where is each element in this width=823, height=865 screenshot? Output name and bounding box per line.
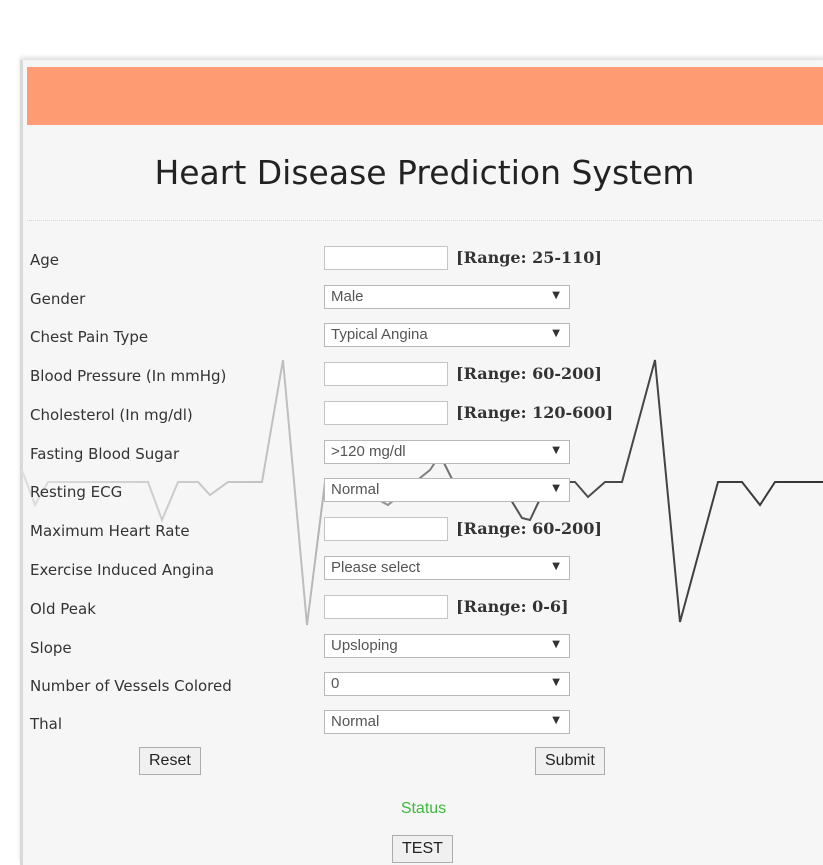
thal-selected-value: Normal: [331, 713, 380, 730]
chevron-down-icon: ▼: [552, 445, 560, 456]
vessels-selected-value: 0: [331, 675, 340, 692]
chest-pain-label: Chest Pain Type: [30, 328, 149, 346]
max-heart-rate-input[interactable]: [324, 517, 448, 541]
age-input[interactable]: [324, 246, 448, 270]
exercise-angina-selected-value: Please select: [331, 559, 421, 576]
old-peak-input[interactable]: [324, 595, 448, 619]
fasting-sugar-label: Fasting Blood Sugar: [30, 445, 180, 463]
blood-pressure-input[interactable]: [324, 362, 448, 386]
chevron-down-icon: ▼: [552, 561, 560, 572]
max-heart-rate-label: Maximum Heart Rate: [30, 522, 190, 540]
vessels-select[interactable]: 0 ▼: [324, 672, 570, 696]
chevron-down-icon: ▼: [552, 639, 560, 650]
max-heart-rate-range-hint: [Range: 60-200]: [456, 519, 602, 538]
page-title: Heart Disease Prediction System: [154, 153, 695, 192]
fasting-sugar-select[interactable]: >120 mg/dl ▼: [324, 440, 570, 464]
chevron-down-icon: ▼: [552, 677, 560, 688]
resting-ecg-select[interactable]: Normal ▼: [324, 478, 570, 502]
header-bar: [27, 67, 823, 125]
test-button[interactable]: TEST: [392, 835, 453, 863]
chevron-down-icon: ▼: [552, 483, 560, 494]
vessels-label: Number of Vessels Colored: [30, 677, 232, 695]
gender-selected-value: Male: [331, 288, 364, 305]
slope-label: Slope: [30, 639, 72, 657]
cholesterol-range-hint: [Range: 120-600]: [456, 403, 614, 422]
slope-selected-value: Upsloping: [331, 637, 398, 654]
chevron-down-icon: ▼: [552, 715, 560, 726]
header-divider: [27, 220, 823, 221]
thal-label: Thal: [30, 715, 63, 733]
chevron-down-icon: ▼: [552, 290, 560, 301]
age-label: Age: [30, 251, 60, 269]
cholesterol-input[interactable]: [324, 401, 448, 425]
old-peak-range-hint: [Range: 0-6]: [456, 597, 569, 616]
exercise-angina-select[interactable]: Please select ▼: [324, 556, 570, 580]
resting-ecg-selected-value: Normal: [331, 481, 380, 498]
gender-label: Gender: [30, 290, 86, 308]
slope-select[interactable]: Upsloping ▼: [324, 634, 570, 658]
old-peak-label: Old Peak: [30, 600, 96, 618]
chest-pain-selected-value: Typical Angina: [331, 326, 428, 343]
thal-select[interactable]: Normal ▼: [324, 710, 570, 734]
gender-select[interactable]: Male ▼: [324, 285, 570, 309]
reset-button[interactable]: Reset: [139, 747, 201, 775]
blood-pressure-label: Blood Pressure (In mmHg): [30, 367, 227, 385]
blood-pressure-range-hint: [Range: 60-200]: [456, 364, 602, 383]
exercise-angina-label: Exercise Induced Angina: [30, 561, 215, 579]
cholesterol-label: Cholesterol (In mg/dl): [30, 406, 193, 424]
fasting-sugar-selected-value: >120 mg/dl: [331, 443, 406, 460]
submit-button[interactable]: Submit: [535, 747, 605, 775]
age-range-hint: [Range: 25-110]: [456, 248, 602, 267]
chest-pain-select[interactable]: Typical Angina ▼: [324, 323, 570, 347]
resting-ecg-label: Resting ECG: [30, 483, 123, 501]
chevron-down-icon: ▼: [552, 328, 560, 339]
status-text: Status: [400, 800, 447, 817]
